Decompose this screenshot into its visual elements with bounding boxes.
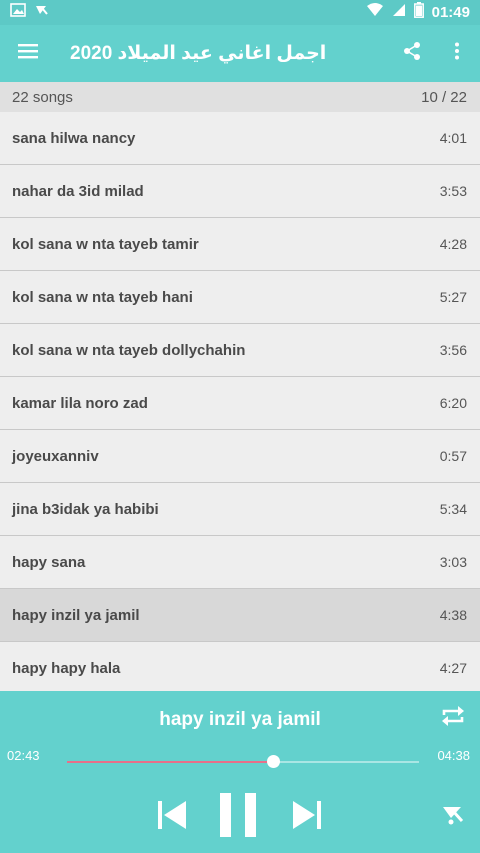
seek-thumb[interactable] bbox=[267, 755, 281, 768]
song-duration: 0:57 bbox=[439, 448, 467, 464]
song-list[interactable]: sana hilwa nancy 4:01 nahar da 3id milad… bbox=[0, 112, 480, 691]
seek-progress bbox=[67, 761, 274, 763]
hamburger-menu-icon bbox=[18, 43, 38, 64]
next-button[interactable] bbox=[290, 799, 324, 835]
more-vertical-icon bbox=[454, 42, 460, 65]
now-playing-title: hapy inzil ya jamil bbox=[159, 709, 321, 730]
song-title: hapy hapy hala bbox=[12, 659, 121, 677]
song-duration: 5:34 bbox=[439, 501, 467, 517]
position-label: 10 / 22 bbox=[421, 88, 467, 106]
song-row[interactable]: hapy sana 3:03 bbox=[0, 536, 480, 589]
song-row[interactable]: kol sana w nta tayeb tamir 4:28 bbox=[0, 218, 480, 271]
song-row[interactable]: nahar da 3id milad 3:53 bbox=[0, 165, 480, 218]
pause-button[interactable] bbox=[215, 792, 261, 842]
song-row[interactable]: kol sana w nta tayeb dollychahin 3:56 bbox=[0, 324, 480, 377]
song-title: kol sana w nta tayeb dollychahin bbox=[12, 341, 246, 359]
app-logo bbox=[440, 803, 466, 829]
menu-button[interactable] bbox=[0, 25, 56, 82]
status-right-icons: 01:49 bbox=[366, 2, 470, 23]
app-notification-icon bbox=[34, 3, 48, 22]
song-row-active[interactable]: hapy inzil ya jamil 4:38 bbox=[0, 589, 480, 642]
skip-next-icon bbox=[290, 798, 324, 837]
share-button[interactable] bbox=[396, 25, 428, 82]
player-panel: hapy inzil ya jamil 02:43 04:38 bbox=[0, 691, 480, 853]
song-duration: 3:56 bbox=[439, 342, 467, 358]
repeat-button[interactable] bbox=[438, 703, 468, 733]
song-duration: 3:53 bbox=[439, 183, 467, 199]
song-duration: 4:01 bbox=[439, 130, 467, 146]
previous-button[interactable] bbox=[155, 799, 189, 835]
song-row[interactable]: kol sana w nta tayeb hani 5:27 bbox=[0, 271, 480, 324]
song-title: kol sana w nta tayeb tamir bbox=[12, 235, 199, 253]
battery-icon bbox=[413, 2, 424, 23]
song-count-label: 22 songs bbox=[12, 88, 73, 106]
song-title: kol sana w nta tayeb hani bbox=[12, 288, 193, 306]
song-title: sana hilwa nancy bbox=[12, 129, 136, 147]
song-duration: 5:27 bbox=[439, 289, 467, 305]
status-bar: 01:49 bbox=[0, 0, 480, 25]
app-logo-icon bbox=[441, 802, 465, 831]
song-row[interactable]: hapy hapy hala 4:27 bbox=[0, 642, 480, 691]
status-time: 01:49 bbox=[431, 4, 470, 21]
repeat-icon bbox=[440, 704, 466, 733]
app-title: اجمل اغاني عيد الميلاد 2020 bbox=[70, 43, 327, 64]
skip-previous-icon bbox=[155, 798, 189, 837]
song-row[interactable]: jina b3idak ya habibi 5:34 bbox=[0, 483, 480, 536]
wifi-icon bbox=[366, 3, 384, 22]
app-bar: اجمل اغاني عيد الميلاد 2020 bbox=[0, 25, 480, 82]
song-duration: 4:27 bbox=[439, 660, 467, 676]
pause-icon bbox=[217, 791, 259, 844]
song-duration: 4:38 bbox=[439, 607, 467, 623]
song-title: joyeuxanniv bbox=[12, 447, 99, 465]
seek-bar[interactable] bbox=[67, 755, 419, 768]
status-left-icons bbox=[10, 3, 48, 22]
song-row[interactable]: kamar lila noro zad 6:20 bbox=[0, 377, 480, 430]
song-row[interactable]: sana hilwa nancy 4:01 bbox=[0, 112, 480, 165]
music-player-screen: 01:49 اجمل اغاني عيد الميلاد 2020 22 son… bbox=[0, 0, 480, 853]
total-time: 04:38 bbox=[437, 748, 470, 763]
song-title: hapy inzil ya jamil bbox=[12, 606, 140, 624]
song-title: hapy sana bbox=[12, 553, 86, 571]
gallery-notification-icon bbox=[10, 3, 26, 22]
share-icon bbox=[402, 41, 422, 66]
song-duration: 4:28 bbox=[439, 236, 467, 252]
song-duration: 3:03 bbox=[439, 554, 467, 570]
song-duration: 6:20 bbox=[439, 395, 467, 411]
playlist-summary: 22 songs 10 / 22 bbox=[0, 82, 480, 112]
more-options-button[interactable] bbox=[442, 25, 472, 82]
elapsed-time: 02:43 bbox=[7, 748, 40, 763]
song-title: kamar lila noro zad bbox=[12, 394, 148, 412]
song-row[interactable]: joyeuxanniv 0:57 bbox=[0, 430, 480, 483]
song-title: nahar da 3id milad bbox=[12, 182, 144, 200]
cell-signal-icon bbox=[392, 3, 406, 22]
song-title: jina b3idak ya habibi bbox=[12, 500, 159, 518]
